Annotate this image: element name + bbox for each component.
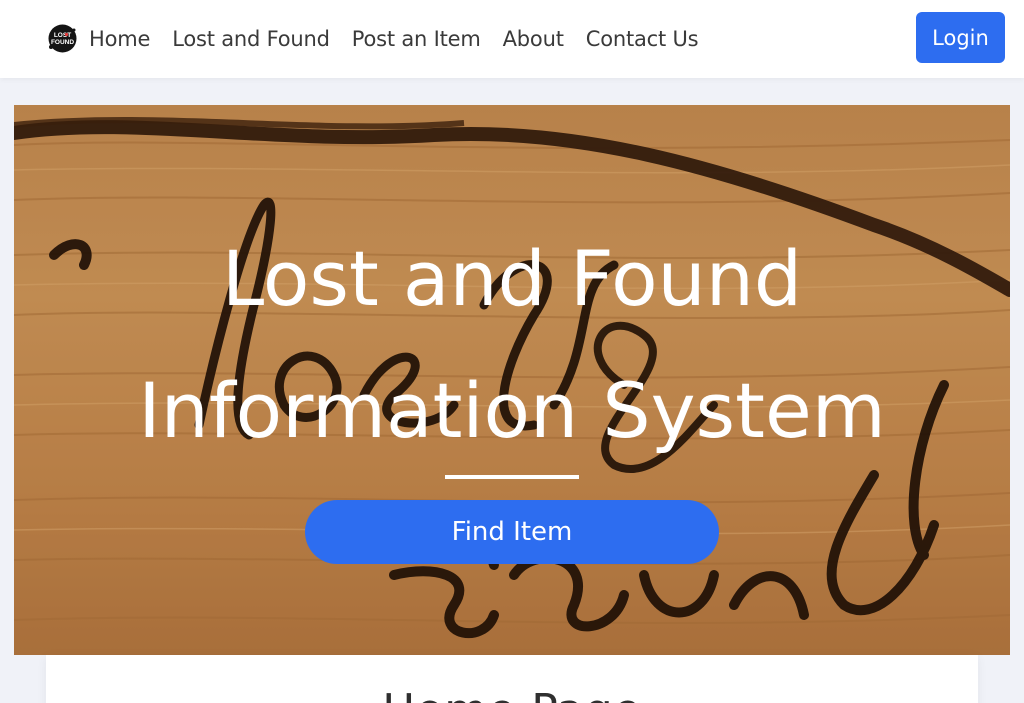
nav-link-contact-us[interactable]: Contact Us: [586, 27, 699, 51]
nav-link-about[interactable]: About: [503, 27, 564, 51]
lost-and-found-logo-icon: LOST FOUND: [48, 24, 77, 53]
nav-link-home[interactable]: Home: [89, 27, 150, 51]
home-page-card: Home Page: [46, 655, 978, 703]
find-item-button[interactable]: Find Item: [305, 500, 719, 564]
hero-divider: [445, 475, 579, 479]
brand-logo[interactable]: LOST FOUND: [47, 23, 78, 54]
nav-link-lost-and-found[interactable]: Lost and Found: [172, 27, 330, 51]
logo-text-lost: LOST: [54, 32, 71, 39]
nav-link-post-an-item[interactable]: Post an Item: [352, 27, 481, 51]
section-title: Home Page: [46, 685, 978, 703]
hero-banner: Lost and Found Information System Find I…: [14, 105, 1010, 655]
top-navbar: LOST FOUND Home Lost and Found Post an I…: [0, 0, 1024, 78]
logo-text-found: FOUND: [51, 39, 74, 46]
hero-title: Lost and Found Information System: [138, 234, 886, 455]
login-button[interactable]: Login: [916, 12, 1005, 63]
nav-links: Home Lost and Found Post an Item About C…: [89, 0, 720, 78]
